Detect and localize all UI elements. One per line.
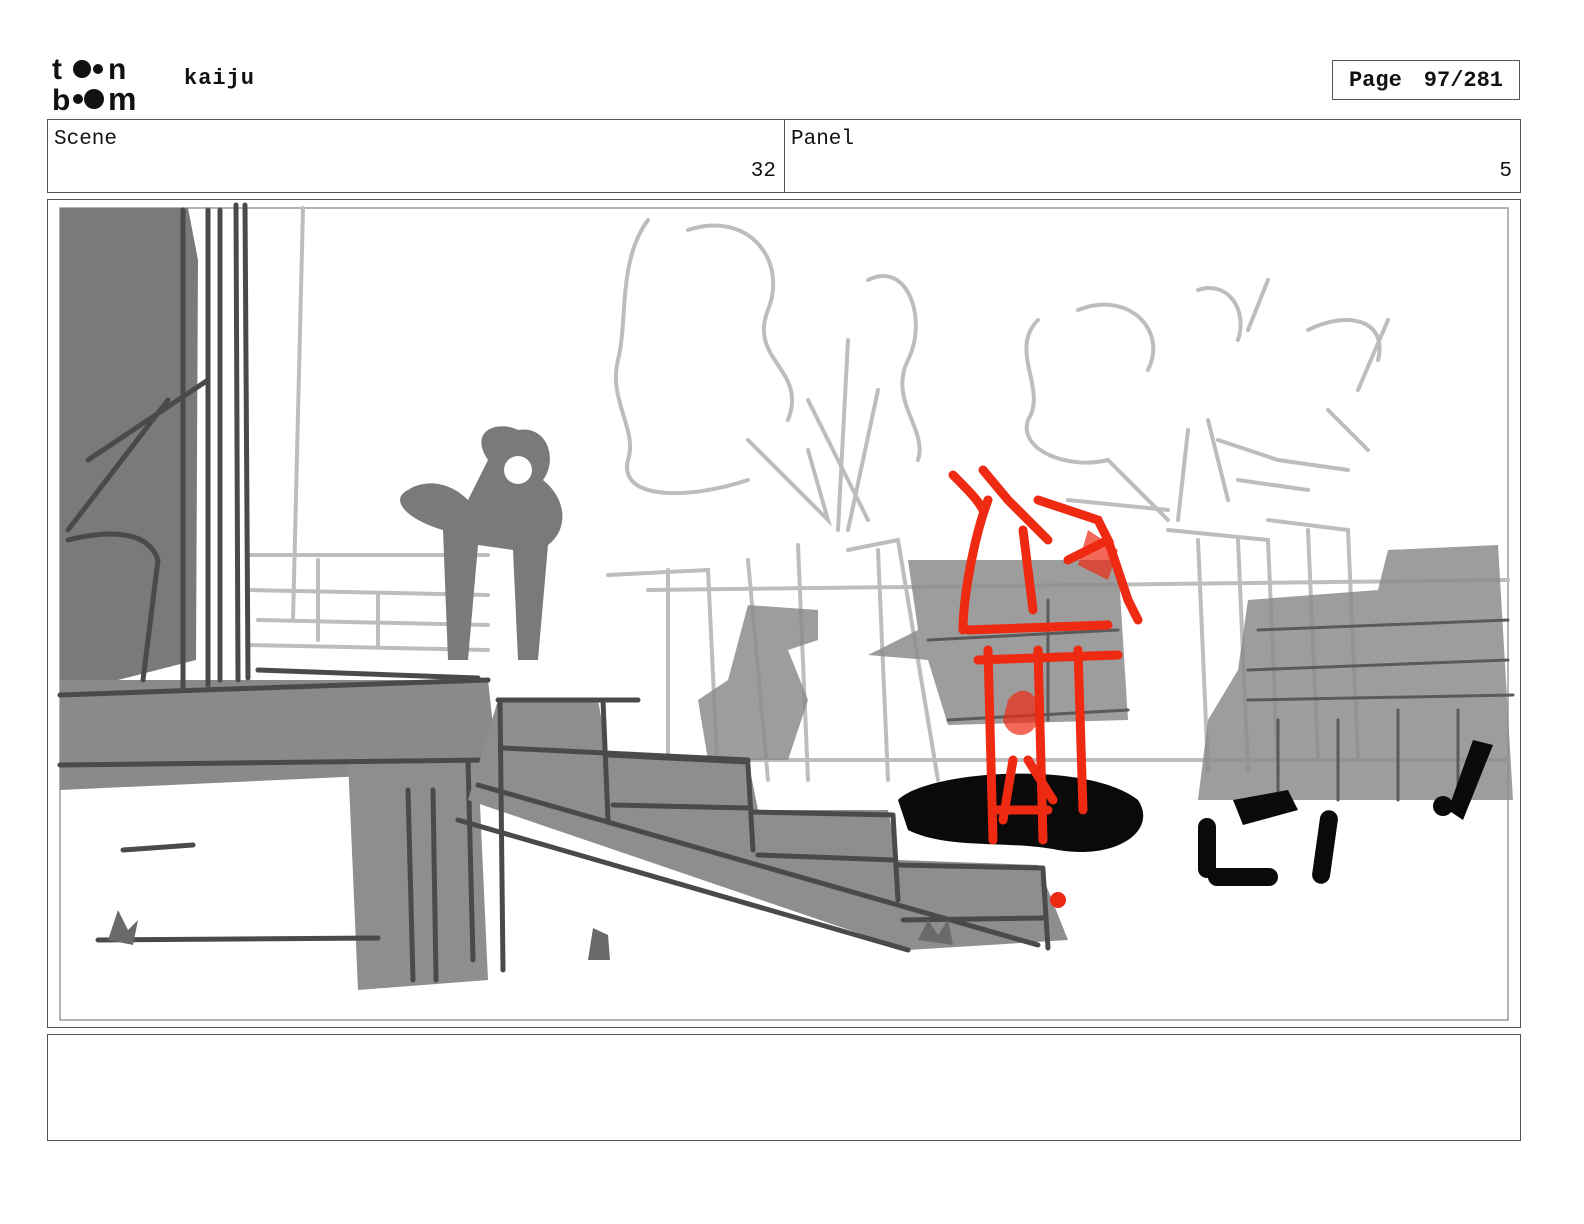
storyboard-panel-frame [47, 199, 1521, 1028]
toonboom-logo: t n b m [52, 52, 164, 117]
page-counter: Page 97/281 [1332, 60, 1520, 100]
svg-text:m: m [108, 81, 136, 112]
page-number: 97/281 [1423, 67, 1504, 93]
scene-label: Scene [54, 128, 118, 151]
panel-number: 5 [1499, 160, 1512, 183]
scene-panel-bar: Scene 32 Panel 5 [47, 119, 1521, 193]
storyboard-sketch [57, 202, 1515, 1021]
scene-cell: Scene 32 [48, 120, 785, 192]
panel-label: Panel [791, 128, 855, 151]
project-title: kaiju [184, 66, 256, 91]
svg-text:t: t [52, 53, 62, 86]
svg-text:b: b [52, 84, 70, 112]
scene-number: 32 [750, 160, 776, 183]
page-label: Page [1348, 67, 1402, 93]
panel-cell: Panel 5 [785, 120, 1520, 192]
notes-box [47, 1034, 1521, 1141]
